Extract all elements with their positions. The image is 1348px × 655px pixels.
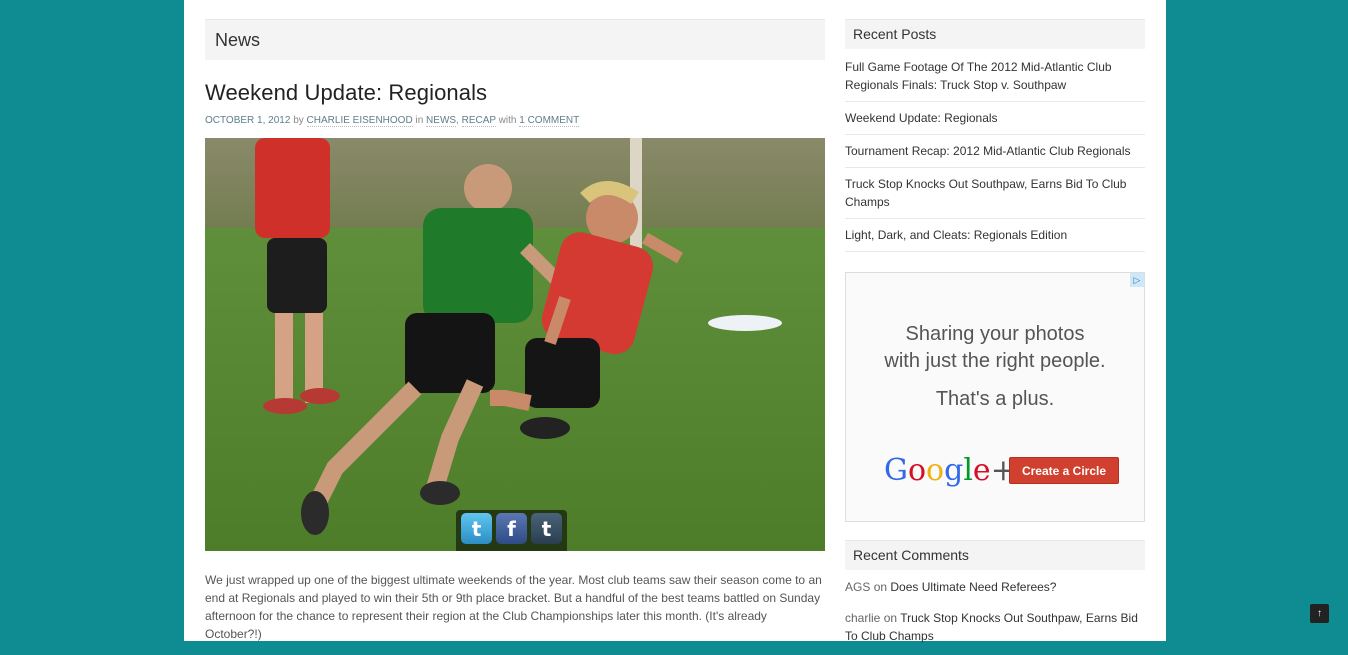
ad-line-2: with just the right people. <box>884 350 1106 372</box>
author-link[interactable]: CHARLIE EISENHOOD <box>306 115 413 127</box>
recent-posts-title: Recent Posts <box>845 19 1145 49</box>
tumblr-share-button[interactable]: t <box>531 513 562 544</box>
recent-comment-item: charlie on Truck Stop Knocks Out Southpa… <box>845 601 1145 650</box>
recent-post-link[interactable]: Weekend Update: Regionals <box>845 102 1145 135</box>
comments-link[interactable]: 1 COMMENT <box>519 115 580 127</box>
ultimate-frisbee-photo <box>205 138 825 551</box>
category-link-news[interactable]: NEWS <box>426 115 457 127</box>
back-to-top-button[interactable]: ↑ <box>1310 604 1329 623</box>
recent-comments-list: AGS on Does Ultimate Need Referees? char… <box>845 570 1145 650</box>
comment-post-link[interactable]: Does Ultimate Need Referees? <box>890 580 1056 594</box>
post-meta: OCTOBER 1, 2012 by CHARLIE EISENHOOD in … <box>205 115 580 127</box>
ad-line-1: Sharing your photos <box>905 323 1085 345</box>
recent-post-link[interactable]: Tournament Recap: 2012 Mid-Atlantic Club… <box>845 135 1145 168</box>
share-bar: t f t <box>456 510 567 551</box>
comment-author: charlie <box>845 611 881 625</box>
comment-on: on <box>873 580 888 594</box>
section-title: News <box>205 19 825 60</box>
page-container: News Weekend Update: Regionals OCTOBER 1… <box>184 0 1166 643</box>
google-plus-ad[interactable]: ▷ Sharing your photos with just the righ… <box>845 272 1145 522</box>
comment-on: on <box>883 611 898 625</box>
facebook-share-button[interactable]: f <box>496 513 527 544</box>
meta-with: with <box>498 115 517 126</box>
meta-in: in <box>415 115 424 126</box>
sidebar: Recent Posts Full Game Footage Of The 20… <box>845 19 1145 650</box>
post-title[interactable]: Weekend Update: Regionals <box>205 80 825 106</box>
recent-comment-item: AGS on Does Ultimate Need Referees? <box>845 570 1145 601</box>
featured-photo: t f t <box>205 138 825 551</box>
category-link-recap[interactable]: RECAP <box>461 115 496 127</box>
ad-line-3: That's a plus. <box>935 388 1055 410</box>
recent-post-link[interactable]: Full Game Footage Of The 2012 Mid-Atlant… <box>845 49 1145 102</box>
post-date: OCTOBER 1, 2012 <box>205 115 291 126</box>
recent-post-link[interactable]: Light, Dark, and Cleats: Regionals Editi… <box>845 219 1145 252</box>
adchoices-icon[interactable]: ▷ <box>1130 273 1144 287</box>
recent-post-link[interactable]: Truck Stop Knocks Out Southpaw, Earns Bi… <box>845 168 1145 219</box>
post-excerpt: We just wrapped up one of the biggest ul… <box>205 573 822 641</box>
main-column: News Weekend Update: Regionals OCTOBER 1… <box>205 19 825 655</box>
twitter-share-button[interactable]: t <box>461 513 492 544</box>
google-plus-logo: Google+ <box>884 453 1016 488</box>
meta-by: by <box>293 115 304 126</box>
recent-posts-list: Full Game Footage Of The 2012 Mid-Atlant… <box>845 49 1145 252</box>
comment-author: AGS <box>845 580 871 594</box>
recent-comments-title: Recent Comments <box>845 540 1145 570</box>
create-circle-button[interactable]: Create a Circle <box>1009 457 1119 484</box>
